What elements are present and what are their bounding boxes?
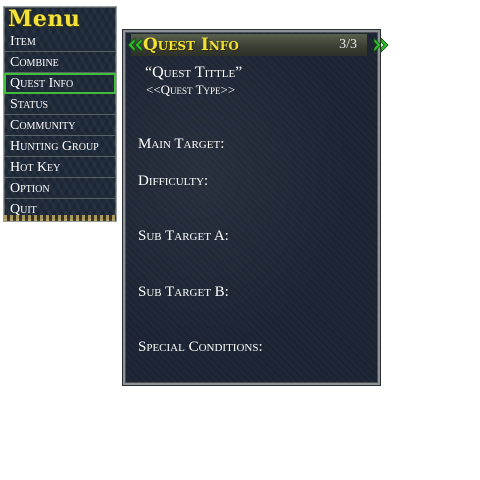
difficulty-label: Difficulty: bbox=[138, 173, 209, 189]
menu-item-item[interactable]: Item bbox=[4, 31, 116, 52]
menu-item-quest-info[interactable]: Quest Info bbox=[4, 73, 116, 94]
sub-target-b-label: Sub Target B: bbox=[138, 284, 229, 300]
double-chevron-left-icon[interactable] bbox=[127, 37, 143, 53]
quest-info-panel: Quest Info 3/3 “Quest Tittle” <<Quest Ty… bbox=[123, 30, 389, 385]
menu-item-hunting-group[interactable]: Hunting Group bbox=[4, 136, 116, 157]
quest-header: Quest Info 3/3 bbox=[127, 34, 389, 56]
menu-item-option[interactable]: Option bbox=[4, 178, 116, 199]
menu-item-hot-key[interactable]: Hot Key bbox=[4, 157, 116, 178]
menu-list: Item Combine Quest Info Status Community… bbox=[4, 31, 116, 220]
menu-item-community[interactable]: Community bbox=[4, 115, 116, 136]
page-indicator: 3/3 bbox=[339, 37, 357, 52]
special-conditions-label: Special Conditions: bbox=[138, 339, 263, 355]
double-chevron-right-icon[interactable] bbox=[373, 37, 389, 53]
menu-panel: Menu Item Combine Quest Info Status Comm… bbox=[3, 6, 117, 222]
menu-title: Menu bbox=[8, 6, 81, 32]
menu-item-status[interactable]: Status bbox=[4, 94, 116, 115]
quest-info-title: Quest Info bbox=[143, 35, 239, 55]
main-target-label: Main Target: bbox=[138, 136, 225, 152]
sub-target-a-label: Sub Target A: bbox=[138, 228, 229, 244]
menu-decorative-strip bbox=[4, 215, 116, 221]
menu-item-combine[interactable]: Combine bbox=[4, 52, 116, 73]
quest-name: “Quest Tittle” bbox=[145, 64, 243, 81]
quest-type: <<Quest Type>> bbox=[146, 82, 236, 97]
